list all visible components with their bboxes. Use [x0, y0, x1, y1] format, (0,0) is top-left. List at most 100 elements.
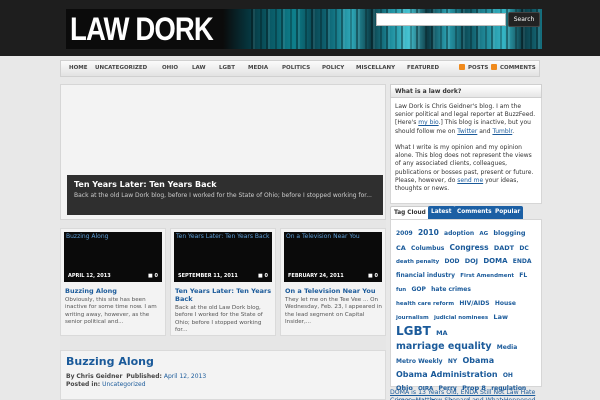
tag-link[interactable]: First Amendment	[460, 273, 514, 279]
tag-link[interactable]: death penalty	[396, 259, 439, 265]
featured-title[interactable]: Ten Years Later: Ten Years Back	[74, 180, 376, 189]
comment-count[interactable]: ■ 0	[258, 273, 268, 279]
post-card-title[interactable]: Ten Years Later: Ten Years Back	[175, 287, 273, 303]
tag-link[interactable]: DADT	[494, 244, 514, 252]
nav-item-lgbt[interactable]: LGBT	[219, 61, 235, 76]
about-text-part: .	[512, 127, 515, 135]
featured-excerpt: Back at the old Law Dork blog, before I …	[74, 192, 372, 199]
tag-link[interactable]: ENDA	[513, 258, 532, 265]
tab-tag-cloud[interactable]: Tag Cloud	[390, 206, 430, 219]
tag-link[interactable]: fun	[396, 287, 406, 293]
site-logo[interactable]: LAW DORK	[70, 13, 214, 45]
tag-link[interactable]: Metro Weekly	[396, 358, 443, 365]
comment-count[interactable]: ■ 0	[368, 273, 378, 279]
about-heading: What is a law dork?	[390, 84, 542, 98]
about-text-part: and	[477, 127, 493, 135]
tag-link[interactable]: CA	[396, 244, 406, 252]
nav-item-ohio[interactable]: OHIO	[162, 61, 178, 76]
category-link[interactable]: Uncategorized	[102, 381, 145, 388]
tag-link[interactable]: Obama	[462, 356, 494, 365]
tag-link[interactable]: DOMA	[483, 257, 507, 265]
tag-link[interactable]: Law	[493, 313, 508, 321]
post-card: Buzzing Along APRIL 12, 2013 ■ 0 Buzzing…	[60, 228, 166, 336]
tag-link[interactable]: NY	[448, 358, 457, 365]
nav-item-policy[interactable]: POLICY	[322, 61, 344, 76]
nav-item-home[interactable]: HOME	[69, 61, 88, 76]
search-input[interactable]	[376, 13, 506, 26]
tab-popular[interactable]: Popular	[492, 206, 524, 219]
comment-count-value: 0	[374, 273, 378, 279]
tag-link[interactable]: MA	[436, 329, 448, 337]
post-card-thumbnail[interactable]: Ten Years Later: Ten Years Back SEPTEMBE…	[174, 232, 272, 282]
comment-count[interactable]: ■ 0	[148, 273, 158, 279]
post-card: On a Television Near You FEBRUARY 24, 20…	[280, 228, 386, 336]
tag-link[interactable]: hate crimes	[431, 286, 471, 293]
posts-feed-label: POSTS	[468, 65, 489, 71]
tag-link[interactable]: HIV/AIDS	[459, 300, 489, 307]
by-label: By	[66, 373, 75, 380]
tumblr-link[interactable]: Tumblr	[492, 128, 512, 135]
thumbnail-title: On a Television Near You	[286, 233, 360, 240]
main-content: Ten Years Later: Ten Years Back Back at …	[60, 84, 386, 400]
site-header: LAW DORK Search	[0, 0, 600, 56]
search-button[interactable]: Search	[508, 12, 540, 27]
tag-link[interactable]: Media	[497, 344, 517, 351]
twitter-link[interactable]: Twitter	[457, 128, 477, 135]
comments-feed-link[interactable]: COMMENTS	[491, 61, 536, 76]
rss-icon	[459, 64, 465, 70]
post-title[interactable]: Buzzing Along	[66, 355, 380, 368]
post-card: Ten Years Later: Ten Years Back SEPTEMBE…	[170, 228, 276, 336]
featured-slider[interactable]: Ten Years Later: Ten Years Back Back at …	[60, 84, 386, 220]
tag-link[interactable]: Congress	[450, 243, 489, 252]
rss-icon	[491, 64, 497, 70]
tag-link[interactable]: financial industry	[396, 272, 455, 279]
tag-link[interactable]: Columbus	[411, 245, 444, 252]
nav-item-uncategorized[interactable]: UNCATEGORIZED	[95, 61, 147, 76]
tag-link[interactable]: DOJ	[465, 257, 478, 265]
nav-item-featured[interactable]: FEATURED	[407, 61, 439, 76]
posts-feed-link[interactable]: POSTS	[459, 61, 488, 76]
tag-link[interactable]: Obama Administration	[396, 370, 498, 379]
comments-feed-label: COMMENTS	[500, 65, 536, 71]
tag-link[interactable]: AG	[479, 231, 488, 237]
tag-link[interactable]: blogging	[493, 229, 525, 237]
post-card-thumbnail[interactable]: Buzzing Along APRIL 12, 2013 ■ 0	[64, 232, 162, 282]
tag-link[interactable]: DC	[519, 245, 528, 252]
nav-item-miscellany[interactable]: MISCELLANY	[356, 61, 395, 76]
tag-link[interactable]: GOP	[411, 286, 425, 293]
send-me-link[interactable]: send me	[457, 177, 483, 184]
tag-link[interactable]: journalism	[396, 315, 429, 321]
published-label: Published:	[126, 373, 162, 380]
bio-link[interactable]: my bio	[418, 119, 438, 126]
post-card-thumbnail[interactable]: On a Television Near You FEBRUARY 24, 20…	[284, 232, 382, 282]
tag-link[interactable]: adoption	[444, 230, 474, 237]
comment-count-value: 0	[264, 273, 268, 279]
post-card-excerpt: They let me on the Tee Vee ... On Wednes…	[285, 297, 382, 326]
post-card-title[interactable]: Buzzing Along	[65, 287, 163, 295]
featured-caption[interactable]: Ten Years Later: Ten Years Back Back at …	[67, 175, 383, 215]
tag-link[interactable]: health care reform	[396, 301, 454, 307]
tag-cloud: 2009 2010 adoption AG blogging CA Columb…	[390, 219, 542, 400]
thumbnail-title: Buzzing Along	[66, 233, 109, 240]
post-date-link[interactable]: April 12, 2013	[164, 373, 206, 380]
post-card-date: FEBRUARY 24, 2011	[288, 273, 344, 279]
tag-link[interactable]: marriage equality	[396, 341, 492, 352]
latest-headlines[interactable]: DOMA is 13 Years Old, ENDA Still Not Law…	[390, 389, 542, 400]
sidebar: What is a law dork? Law Dork is Chris Ge…	[390, 84, 542, 400]
tab-comments[interactable]: Comments	[454, 206, 495, 219]
tag-link[interactable]: LGBT	[396, 324, 431, 338]
tag-link[interactable]: 2010	[418, 228, 439, 237]
tag-link[interactable]: DOD	[444, 258, 459, 265]
nav-item-politics[interactable]: POLITICS	[282, 61, 310, 76]
tag-link[interactable]: 2009	[396, 230, 413, 237]
tag-link[interactable]: FL	[519, 272, 527, 279]
post-card-date: SEPTEMBER 11, 2011	[178, 273, 238, 279]
tag-link[interactable]: OH	[503, 372, 513, 379]
tag-link[interactable]: House	[495, 300, 516, 307]
tag-link[interactable]: judicial nominees	[434, 315, 488, 321]
thumbnail-title: Ten Years Later: Ten Years Back	[176, 233, 270, 240]
tab-latest[interactable]: Latest	[428, 206, 455, 219]
nav-item-law[interactable]: LAW	[192, 61, 206, 76]
post-card-title[interactable]: On a Television Near You	[285, 287, 383, 295]
nav-item-media[interactable]: MEDIA	[248, 61, 268, 76]
